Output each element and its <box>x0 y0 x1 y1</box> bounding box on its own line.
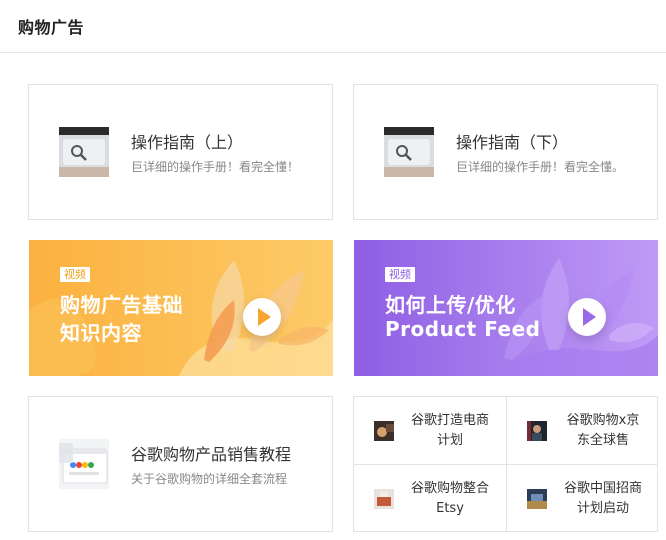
news-thumbnail <box>527 489 547 509</box>
banner-title-line2: 知识内容 <box>60 321 142 345</box>
news-grid: 谷歌打造电商 计划 谷歌购物x京 东全球售 谷歌购物整合 Etsy 谷歌中国招商… <box>353 396 658 532</box>
card-title: 操作指南（上） <box>131 133 244 152</box>
card-description: 巨详细的操作手册！看完全懂！ <box>131 160 300 174</box>
video-tag: 视频 <box>385 267 415 282</box>
card-description: 巨详细的操作手册！看完全懂。 <box>456 160 625 174</box>
video-banner-product-feed[interactable]: 视频 如何上传/优化 Product Feed <box>354 240 658 376</box>
grid-item-jd-global[interactable]: 谷歌购物x京 东全球售 <box>507 397 659 464</box>
card-title: 谷歌购物产品销售教程 <box>131 445 292 464</box>
page-header: 购物广告 <box>0 0 666 53</box>
google-shopping-thumbnail <box>59 439 109 489</box>
grid-item-label: 谷歌购物x京 东全球售 <box>566 413 640 448</box>
magnifier-icon <box>59 127 109 177</box>
banner-title-line1: 购物广告基础 <box>60 293 183 317</box>
news-thumbnail <box>374 489 394 509</box>
card-description: 关于谷歌购物的详细全套流程 <box>131 472 288 486</box>
grid-item-china-recruitment[interactable]: 谷歌中国招商 计划启动 <box>507 465 659 532</box>
grid-item-label: 谷歌打造电商 计划 <box>410 413 489 448</box>
grid-item-label: 谷歌中国招商 计划启动 <box>563 481 642 516</box>
video-banner-shopping-basics[interactable]: 视频 购物广告基础 知识内容 <box>29 240 333 376</box>
play-icon[interactable] <box>243 298 281 336</box>
play-icon[interactable] <box>568 298 606 336</box>
banner-title-line1: 如何上传/优化 <box>385 293 516 317</box>
grid-item-label: 谷歌购物整合 Etsy <box>410 481 489 516</box>
news-thumbnail <box>527 421 547 441</box>
news-thumbnail <box>374 421 394 441</box>
page-title: 购物广告 <box>18 18 85 37</box>
grid-item-ecommerce-plan[interactable]: 谷歌打造电商 计划 <box>354 397 506 464</box>
magnifier-icon <box>384 127 434 177</box>
banner-title-line2: Product Feed <box>385 317 541 341</box>
card-title: 操作指南（下） <box>456 133 569 152</box>
google-shopping-tutorial-card[interactable]: 谷歌购物产品销售教程 关于谷歌购物的详细全套流程 <box>28 396 333 532</box>
guide-card-part2[interactable]: 操作指南（下） 巨详细的操作手册！看完全懂。 <box>353 84 658 220</box>
grid-item-etsy[interactable]: 谷歌购物整合 Etsy <box>354 465 506 532</box>
video-tag: 视频 <box>60 267 90 282</box>
guide-card-part1[interactable]: 操作指南（上） 巨详细的操作手册！看完全懂！ <box>28 84 333 220</box>
